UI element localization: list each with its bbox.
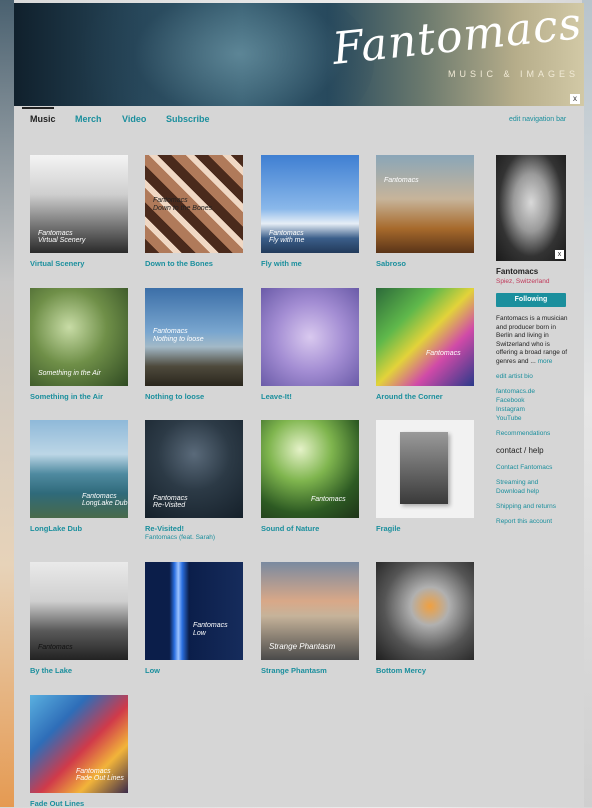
shipping-returns-link[interactable]: Shipping and returns [496,502,568,511]
album-art-frame [400,432,448,504]
album-cover[interactable]: Fantomacs Fly with me [261,155,359,253]
album-item[interactable]: Fragile [376,420,474,533]
album-item[interactable]: Fantomacs Fade Out Lines Fade Out Lines [30,695,128,808]
website-link[interactable]: fantomacs.de [496,387,568,396]
tab-merch[interactable]: Merch [75,114,102,124]
album-title[interactable]: Sabroso [376,259,474,268]
album-cover[interactable]: Fantomacs Nothing to loose [145,288,243,386]
header-banner[interactable]: Fantomacs MUSIC & IMAGES x [14,3,584,106]
album-title[interactable]: Nothing to loose [145,392,243,401]
instagram-link[interactable]: Instagram [496,405,568,414]
album-cover[interactable]: Fantomacs Virtual Scenery [30,155,128,253]
album-title[interactable]: Fly with me [261,259,359,268]
album-title[interactable]: Leave-It! [261,392,359,401]
album-cover-text: Strange Phantasm [269,642,336,652]
album-item[interactable]: Fantomacs Nothing to loose Nothing to lo… [145,288,243,401]
album-item[interactable]: Fantomacs Low Low [145,562,243,675]
follow-button[interactable]: Following [496,293,566,307]
album-cover-text: Fantomacs [426,350,461,357]
album-title[interactable]: Fragile [376,524,474,533]
banner-tagline: MUSIC & IMAGES [448,69,580,79]
album-title[interactable]: Sound of Nature [261,524,359,533]
album-cover[interactable]: Fantomacs [376,288,474,386]
album-cover[interactable]: Fantomacs LongLake Dub [30,420,128,518]
album-title[interactable]: Low [145,666,243,675]
album-item[interactable]: Bottom Mercy [376,562,474,675]
album-item[interactable]: Leave-It! [261,288,359,401]
album-item[interactable]: Strange Phantasm Strange Phantasm [261,562,359,675]
album-cover-text: Fantomacs Fly with me [269,229,305,245]
album-cover[interactable]: Fantomacs Re-Visited [145,420,243,518]
album-cover[interactable]: Fantomacs [376,155,474,253]
facebook-link[interactable]: Facebook [496,396,568,405]
album-item[interactable]: Fantomacs Down to the Bones Down to the … [145,155,243,268]
album-title[interactable]: Bottom Mercy [376,666,474,675]
artist-name: Fantomacs [496,267,539,276]
artist-location: Spiez, Switzerland [496,278,550,285]
album-cover[interactable]: Strange Phantasm [261,562,359,660]
album-cover[interactable] [376,420,474,518]
artist-bio: Fantomacs is a musician and producer bor… [496,315,568,366]
album-cover-text: Fantomacs Low [193,622,228,637]
album-title[interactable]: Virtual Scenery [30,259,128,268]
streaming-help-link[interactable]: Streaming and Download help [496,478,568,496]
album-item[interactable]: Something in the Air Something in the Ai… [30,288,128,401]
album-title[interactable]: Down to the Bones [145,259,243,268]
album-item[interactable]: Fantomacs By the Lake [30,562,128,675]
contact-help-heading: contact / help [496,446,544,455]
report-account-link[interactable]: Report this account [496,517,568,526]
nav-active-indicator [22,107,54,109]
album-cover[interactable]: Fantomacs Fade Out Lines [30,695,128,793]
album-item[interactable]: Fantomacs Sound of Nature [261,420,359,533]
album-cover[interactable] [376,562,474,660]
edit-artist-bio-link[interactable]: edit artist bio [496,372,568,381]
album-cover[interactable] [261,288,359,386]
album-item[interactable]: Fantomacs LongLake Dub LongLake Dub [30,420,128,533]
album-item[interactable]: Fantomacs Sabroso [376,155,474,268]
bio-more-link[interactable]: more [538,358,553,365]
album-item[interactable]: Fantomacs Re-Visited Re-Visited! Fantoma… [145,420,243,541]
edit-navigation-link[interactable]: edit navigation bar [509,116,566,123]
album-cover-text: Fantomacs Re-Visited [153,494,188,510]
artist-bio-text: Fantomacs is a musician and producer bor… [496,315,568,365]
album-cover-text: Fantomacs Virtual Scenery [38,229,86,245]
banner-logo: Fantomacs [330,3,584,75]
album-cover-text: Fantomacs [384,177,419,184]
banner-close-button[interactable]: x [570,94,580,104]
album-subtitle[interactable]: Fantomacs (feat. Sarah) [145,534,243,541]
album-cover-text: Fantomacs Nothing to loose [153,328,204,343]
tab-subscribe[interactable]: Subscribe [166,114,210,124]
album-cover[interactable]: Fantomacs [30,562,128,660]
album-cover-text: Fantomacs Down to the Bones [153,197,213,212]
album-item[interactable]: Fantomacs Virtual Scenery Virtual Scener… [30,155,128,268]
album-cover-text: Something in the Air [38,370,101,378]
album-cover-text: Fantomacs Fade Out Lines [76,767,124,783]
album-cover[interactable]: Something in the Air [30,288,128,386]
recommendations-link[interactable]: Recommendations [496,429,568,438]
banner-image [74,3,374,106]
album-title[interactable]: Re-Visited! [145,524,243,533]
contact-link[interactable]: Contact Fantomacs [496,463,568,472]
album-item[interactable]: Fantomacs Around the Corner [376,288,474,401]
page-container: Fantomacs MUSIC & IMAGES x Music Merch V… [14,3,584,808]
album-item[interactable]: Fantomacs Fly with me Fly with me [261,155,359,268]
album-cover-text: Fantomacs [38,644,73,652]
youtube-link[interactable]: YouTube [496,414,568,423]
artist-sidebar: x Fantomacs Spiez, Switzerland Following… [496,155,568,526]
tab-music[interactable]: Music [30,114,56,124]
album-cover[interactable]: Fantomacs Low [145,562,243,660]
artist-photo[interactable]: x [496,155,566,261]
artist-photo-close-button[interactable]: x [555,250,564,259]
album-title[interactable]: By the Lake [30,666,128,675]
album-title[interactable]: Around the Corner [376,392,474,401]
album-title[interactable]: Strange Phantasm [261,666,359,675]
album-cover[interactable]: Fantomacs Down to the Bones [145,155,243,253]
album-cover[interactable]: Fantomacs [261,420,359,518]
album-cover-text: Fantomacs LongLake Dub [82,492,128,508]
album-title[interactable]: LongLake Dub [30,524,128,533]
tab-video[interactable]: Video [122,114,146,124]
album-title[interactable]: Something in the Air [30,392,128,401]
background-left-edge [0,0,14,807]
album-cover-text: Fantomacs [311,496,346,504]
